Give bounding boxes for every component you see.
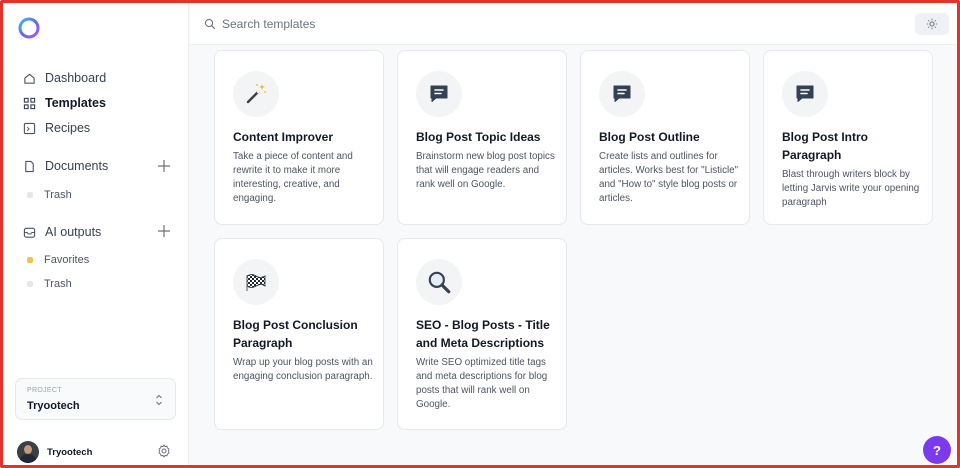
template-card-blog-post-conclusion[interactable]: Blog Post Conclusion Paragraph Wrap up y…	[214, 238, 384, 430]
card-description: Wrap up your blog posts with an engaging…	[233, 357, 373, 382]
favorites-dot-icon	[27, 257, 33, 263]
nav-label: AI outputs	[45, 225, 102, 239]
trash-dot-icon	[27, 281, 33, 287]
trash-dot-icon	[27, 192, 33, 198]
magic-wand-icon	[233, 71, 279, 117]
card-title: Blog Post Intro Paragraph	[782, 130, 868, 162]
template-card-blog-post-intro-paragraph[interactable]: Blog Post Intro Paragraph Blast through …	[763, 50, 933, 225]
card-description: Blast through writers block by letting J…	[782, 169, 920, 208]
card-title: Blog Post Topic Ideas	[416, 130, 541, 144]
message-icon	[599, 71, 645, 117]
ai-outputs-favorites[interactable]: Favorites	[27, 252, 89, 268]
checkered-flag-icon	[233, 259, 279, 305]
inbox-icon	[23, 226, 36, 239]
document-icon	[23, 160, 36, 173]
nav-recipes[interactable]: Recipes	[23, 118, 173, 138]
nav-dashboard[interactable]: Dashboard	[23, 68, 173, 88]
search-icon	[204, 17, 216, 30]
template-card-content-improver[interactable]: Content Improver Take a piece of content…	[214, 50, 384, 225]
message-icon	[782, 71, 828, 117]
gear-icon[interactable]	[157, 444, 171, 458]
card-description: Take a piece of content and rewrite it t…	[233, 151, 353, 204]
avatar	[17, 441, 39, 463]
card-description: Brainstorm new blog post topics that wil…	[416, 151, 555, 190]
template-card-blog-post-topic-ideas[interactable]: Blog Post Topic Ideas Brainstorm new blo…	[397, 50, 567, 225]
user-name: Tryootech	[47, 446, 93, 458]
user-profile[interactable]: Tryootech	[17, 441, 92, 463]
nav-label: Recipes	[45, 121, 91, 135]
card-title: Blog Post Conclusion Paragraph	[233, 318, 358, 350]
add-ai-output-icon[interactable]	[157, 224, 171, 238]
card-title: SEO - Blog Posts - Title and Meta Descri…	[416, 318, 550, 350]
project-name: Tryootech	[27, 400, 80, 412]
search-input[interactable]	[222, 13, 622, 35]
help-button[interactable]: ?	[923, 436, 951, 464]
nav-documents[interactable]: Documents	[23, 156, 173, 176]
nav-label: Templates	[45, 96, 106, 110]
documents-trash[interactable]: Trash	[27, 187, 72, 203]
message-icon	[416, 71, 462, 117]
home-icon	[23, 72, 36, 85]
ai-outputs-trash[interactable]: Trash	[27, 276, 72, 292]
card-title: Blog Post Outline	[599, 130, 700, 144]
sidebar: Dashboard Templates Recipes Documents Tr…	[3, 3, 189, 465]
app-logo-icon[interactable]	[17, 15, 41, 39]
project-label: PROJECT	[27, 387, 62, 394]
nav-ai-outputs[interactable]: AI outputs	[23, 222, 173, 242]
terminal-icon	[23, 122, 36, 135]
chevron-up-down-icon	[154, 393, 164, 407]
template-card-blog-post-outline[interactable]: Blog Post Outline Create lists and outli…	[580, 50, 750, 225]
nav-label: Dashboard	[45, 71, 107, 85]
nav-templates[interactable]: Templates	[23, 93, 173, 113]
add-document-icon[interactable]	[157, 159, 171, 173]
sub-item-label: Trash	[44, 278, 72, 290]
nav-label: Documents	[45, 159, 109, 173]
sub-item-label: Trash	[44, 189, 72, 201]
sun-icon	[926, 18, 938, 30]
project-selector[interactable]: PROJECT Tryootech	[15, 378, 176, 420]
template-card-seo-blog-posts[interactable]: SEO - Blog Posts - Title and Meta Descri…	[397, 238, 567, 430]
theme-toggle-button[interactable]	[915, 13, 949, 35]
card-description: Create lists and outlines for articles. …	[599, 151, 739, 204]
top-bar	[190, 3, 957, 45]
magnifier-icon	[416, 259, 462, 305]
card-title: Content Improver	[233, 130, 334, 144]
app-window: Dashboard Templates Recipes Documents Tr…	[0, 0, 960, 468]
card-description: Write SEO optimized title tags and meta …	[416, 357, 548, 410]
sub-item-label: Favorites	[44, 254, 90, 266]
grid-icon	[23, 97, 36, 110]
